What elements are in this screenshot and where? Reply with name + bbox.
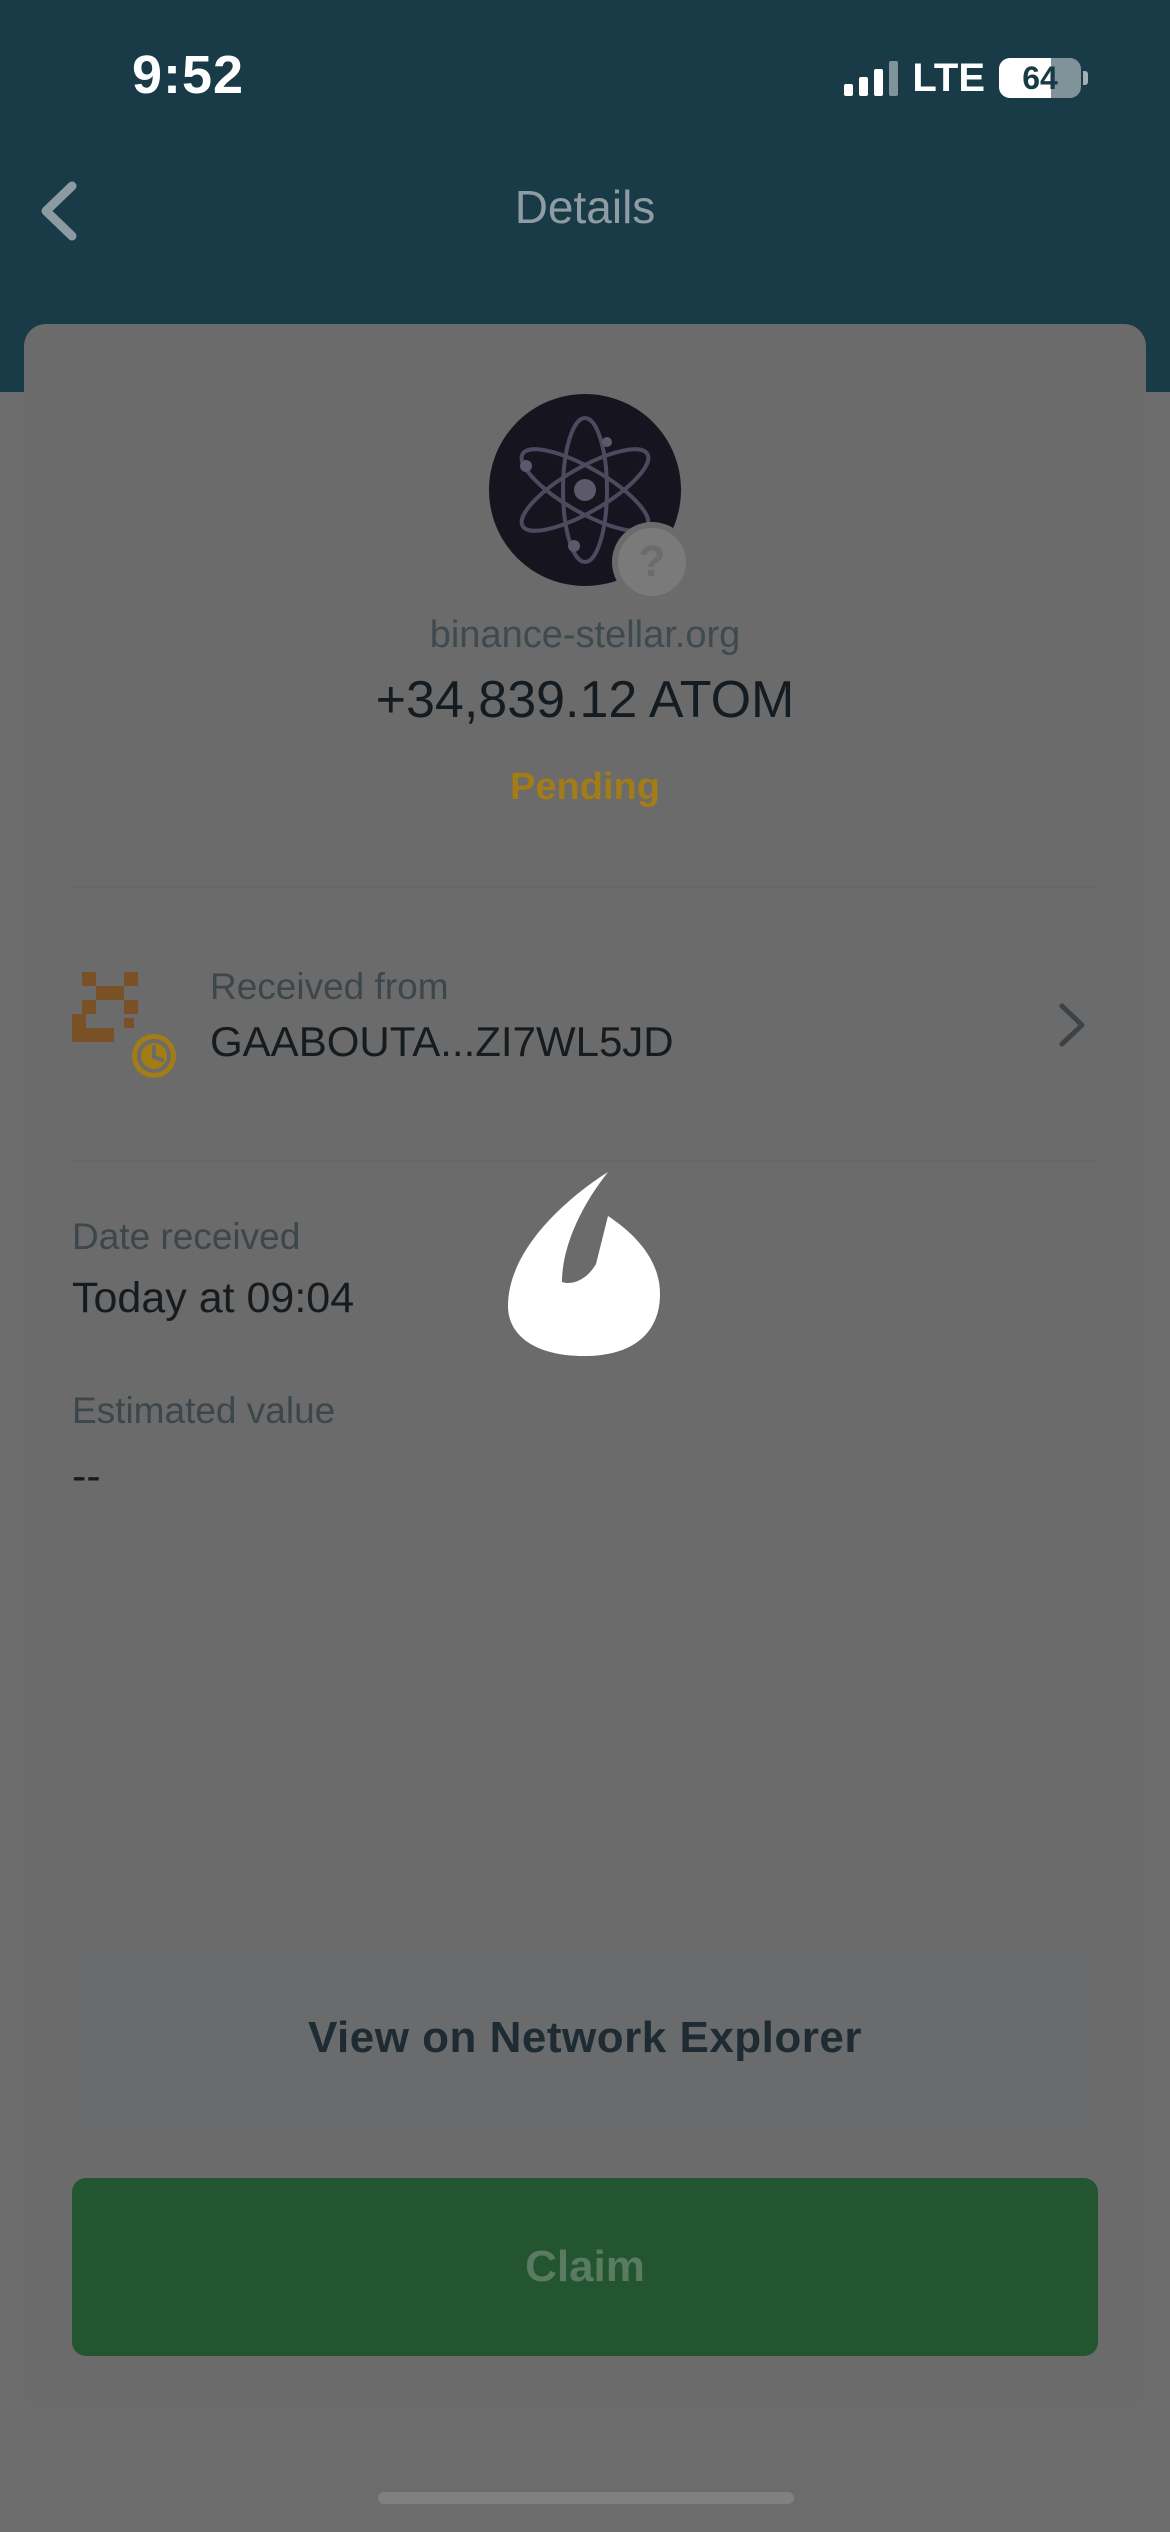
network-type: LTE [912,55,985,100]
claim-button[interactable]: Claim [72,2178,1098,2356]
sender-address[interactable]: GAABOUTA...ZI7WL5JD [210,1018,674,1066]
signal-icon [844,60,899,96]
sender-label: Received from [210,966,449,1007]
transaction-status: Pending [510,766,660,808]
estimated-value-value: -- [72,1452,101,1500]
divider [72,886,1098,888]
status-indicators: LTE 64 [844,56,1088,100]
transaction-amount: +34,839.12 ATOM [375,671,795,729]
flame-icon [508,1172,660,1356]
battery-icon: 64 [999,58,1081,98]
chevron-right-icon[interactable] [1054,1000,1090,1050]
home-indicator[interactable] [378,2492,794,2504]
date-received-value: Today at 09:04 [72,1274,355,1322]
divider [72,1160,1098,1162]
battery-level: 64 [1022,59,1058,96]
estimated-value-label: Estimated value [72,1390,336,1431]
token-name: binance-stellar.org [429,614,741,656]
view-explorer-button[interactable]: View on Network Explorer [72,1950,1098,2126]
status-time: 9:52 [132,45,245,105]
question-mark-icon: ? [612,522,692,602]
identicon-icon [72,972,182,1082]
date-received-label: Date received [72,1216,301,1257]
page-title: Details [514,181,656,233]
